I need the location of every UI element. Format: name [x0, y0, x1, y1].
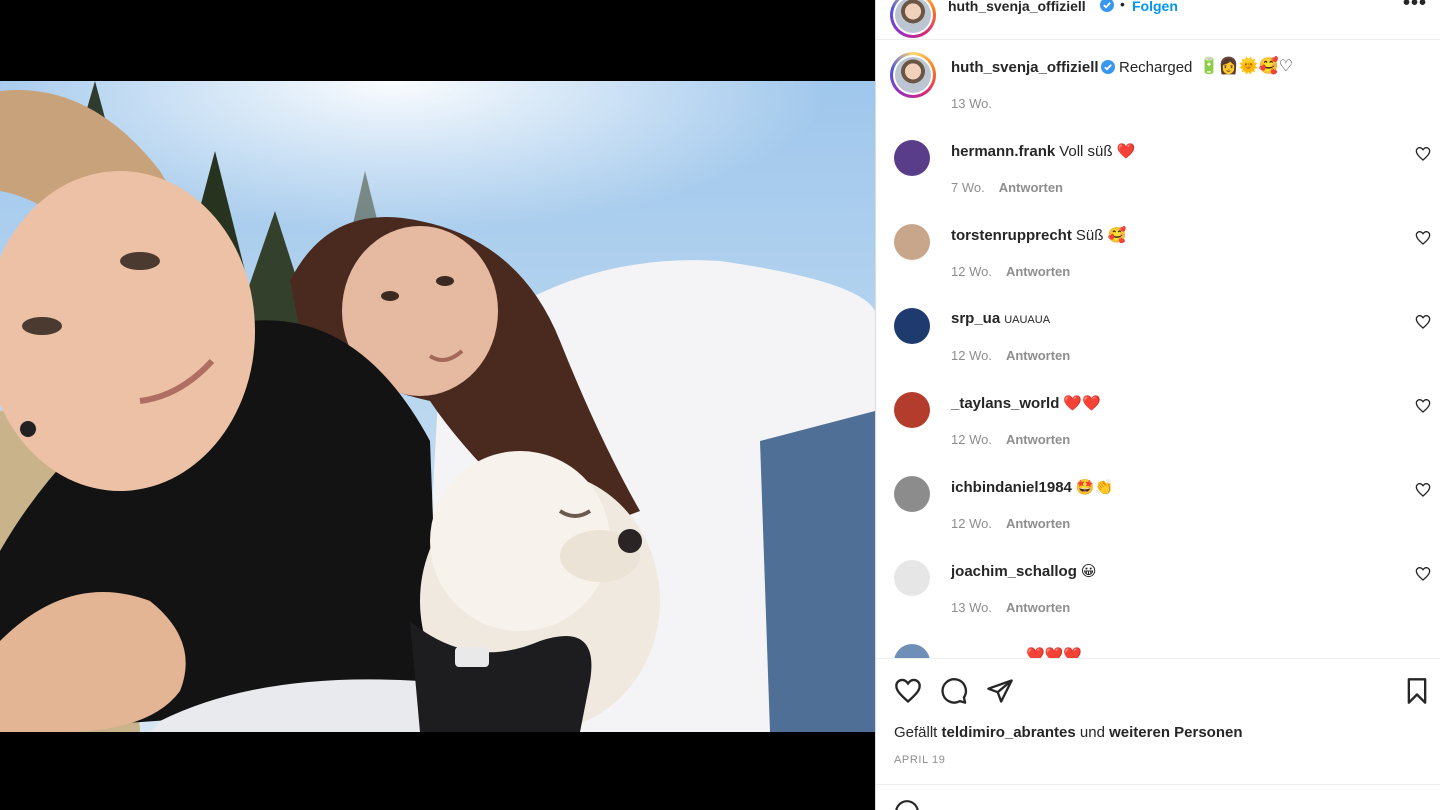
emoji-icon[interactable]: [894, 799, 920, 810]
author-avatar[interactable]: [890, 0, 936, 38]
reply-button[interactable]: Antworten: [999, 180, 1063, 195]
bookmark-icon[interactable]: [1403, 677, 1431, 705]
post-caption: huth_svenja_offiziell Recharged 🔋👩🌞🥰♡ 13…: [876, 50, 1440, 120]
comment-item: _taylans_world ❤️❤️ 12 Wo. Antworten: [876, 382, 1440, 466]
comment-like-heart-icon[interactable]: [1415, 230, 1431, 246]
more-options-icon[interactable]: •••: [1403, 0, 1427, 15]
comment-meta: 12 Wo. Antworten: [951, 516, 1070, 531]
comment-text: ❤️❤️: [1063, 395, 1101, 412]
comment-item: torstenrupprecht Süß 🥰 12 Wo. Antworten: [876, 214, 1440, 298]
comment-meta: 12 Wo. Antworten: [951, 348, 1070, 363]
comment-item: ichbindaniel1984 🤩👏 12 Wo. Antworten: [876, 466, 1440, 550]
verified-badge-icon: [1101, 60, 1115, 79]
commenter-avatar[interactable]: [894, 308, 930, 344]
commenter-username[interactable]: joachim_schallog 😀: [951, 562, 1097, 580]
comment-like-heart-icon[interactable]: [1415, 398, 1431, 414]
comment-like-heart-icon[interactable]: [1415, 482, 1431, 498]
caption-text: Recharged: [1119, 59, 1193, 76]
commenter-username[interactable]: ichbindaniel1984 🤩👏: [951, 478, 1113, 496]
commenter-avatar[interactable]: [894, 644, 930, 658]
comment-text: ❤️❤️❤️: [1026, 647, 1083, 658]
media-panel: [0, 0, 875, 810]
liked-by-user[interactable]: teldimiro_abrantes: [942, 724, 1076, 741]
likes-connector: und: [1079, 724, 1105, 741]
reply-button[interactable]: Antworten: [1006, 264, 1070, 279]
comment-text: Süß 🥰: [1075, 227, 1127, 244]
comment-meta: 13 Wo. Antworten: [951, 600, 1070, 615]
comment-timestamp[interactable]: 12 Wo.: [951, 264, 992, 279]
likes-summary: Gefällt teldimiro_abrantes und weiteren …: [894, 724, 1243, 741]
reply-button[interactable]: Antworten: [1006, 600, 1070, 615]
caption-timestamp[interactable]: 13 Wo.: [951, 96, 992, 111]
post-header: huth_svenja_offiziell • Folgen •••: [876, 0, 1440, 40]
paper-plane-icon[interactable]: [986, 677, 1014, 705]
comment-item: joachim_schallog 😀 13 Wo. Antworten: [876, 550, 1440, 634]
header-separator: •: [1120, 0, 1125, 12]
comment-item-partial: ❤️❤️❤️: [876, 634, 1440, 658]
commenter-avatar[interactable]: [894, 476, 930, 512]
commenter-username[interactable]: torstenrupprecht Süß 🥰: [951, 226, 1126, 244]
reply-button[interactable]: Antworten: [1006, 516, 1070, 531]
post-date[interactable]: APRIL 19: [894, 754, 945, 766]
comment-timestamp[interactable]: 7 Wo.: [951, 180, 985, 195]
add-comment-bar[interactable]: [876, 784, 1440, 810]
post-actions: Gefällt teldimiro_abrantes und weiteren …: [876, 658, 1440, 785]
commenter-avatar[interactable]: [894, 560, 930, 596]
photo-illustration: [0, 81, 875, 732]
comment-timestamp[interactable]: 12 Wo.: [951, 516, 992, 531]
comment-like-heart-icon[interactable]: [1415, 146, 1431, 162]
caption-username[interactable]: huth_svenja_offiziell: [951, 59, 1099, 76]
comment-meta: 12 Wo. Antworten: [951, 432, 1070, 447]
follow-button[interactable]: Folgen: [1132, 0, 1178, 14]
verified-badge-icon: [1100, 0, 1114, 17]
comment-text: UAUAUA: [1004, 314, 1051, 326]
comment-meta: 12 Wo. Antworten: [951, 264, 1070, 279]
commenter-avatar[interactable]: [894, 224, 930, 260]
comment-timestamp[interactable]: 12 Wo.: [951, 348, 992, 363]
comment-timestamp[interactable]: 13 Wo.: [951, 600, 992, 615]
comment-text: 🤩👏: [1075, 479, 1114, 496]
author-username[interactable]: huth_svenja_offiziell: [948, 0, 1086, 14]
comment-like-heart-icon[interactable]: [1415, 566, 1431, 582]
comment-item: hermann.frank Voll süß ❤️ 7 Wo. Antworten: [876, 130, 1440, 214]
heart-icon[interactable]: [894, 677, 922, 705]
likes-others-link[interactable]: weiteren Personen: [1109, 724, 1242, 741]
caption-avatar[interactable]: [890, 52, 936, 98]
comment-text: 😀: [1080, 563, 1097, 580]
comment-icon[interactable]: [940, 677, 968, 705]
comment-text: Voll süß ❤️: [1059, 143, 1136, 160]
post-side-panel: huth_svenja_offiziell • Folgen ••• huth_…: [875, 0, 1440, 810]
comment-like-heart-icon[interactable]: [1415, 314, 1431, 330]
reply-button[interactable]: Antworten: [1006, 348, 1070, 363]
reply-button[interactable]: Antworten: [1006, 432, 1070, 447]
comments-list[interactable]: hermann.frank Voll süß ❤️ 7 Wo. Antworten …: [876, 130, 1440, 658]
likes-prefix: Gefällt: [894, 724, 938, 741]
post-photo[interactable]: [0, 81, 875, 732]
commenter-username[interactable]: hermann.frank Voll süß ❤️: [951, 142, 1135, 160]
comment-timestamp[interactable]: 12 Wo.: [951, 432, 992, 447]
commenter-username[interactable]: srp_ua UAUAUA: [951, 310, 1050, 327]
commenter-username[interactable]: _taylans_world ❤️❤️: [951, 394, 1101, 412]
commenter-avatar[interactable]: [894, 392, 930, 428]
commenter-avatar[interactable]: [894, 140, 930, 176]
caption-emojis: 🔋👩🌞🥰♡: [1199, 58, 1294, 75]
comment-meta: 7 Wo. Antworten: [951, 180, 1063, 195]
comment-item: srp_ua UAUAUA 12 Wo. Antworten: [876, 298, 1440, 382]
